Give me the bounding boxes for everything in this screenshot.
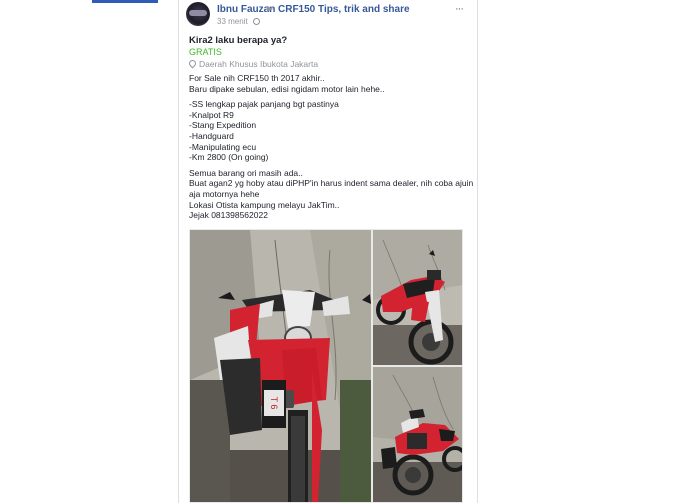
- license-plate-text: T 6: [269, 397, 279, 410]
- listing-title: Kira2 laku berapa ya?: [189, 35, 288, 46]
- body-line: Jejak 081398562022: [189, 210, 268, 221]
- photo-main-image: T 6: [190, 230, 371, 502]
- body-line: -Km 2800 (On going): [189, 152, 269, 163]
- body-line: -Manipulating ecu: [189, 141, 257, 152]
- body-line: Baru dipake sebulan, edisi ngidam motor …: [189, 83, 385, 94]
- listing-price: GRATIS: [189, 47, 222, 57]
- avatar-visor: [189, 10, 207, 16]
- body-line: -SS lengkap pajak panjang bgt pastinya: [189, 99, 339, 110]
- body-line: Lokasi Otista kampung melayu JakTim..: [189, 199, 340, 210]
- body-line: Semua barang ori masih ada..: [189, 167, 303, 178]
- body-line: For Sale nih CRF150 th 2017 akhir..: [189, 73, 325, 83]
- body-line: -Handguard: [189, 130, 234, 141]
- body-paragraph: Semua barang ori masih ada.. Buat agan2 …: [189, 167, 474, 221]
- body-line: -Stang Expedition: [189, 120, 257, 131]
- photo-top-right-image: [373, 230, 462, 365]
- group-link[interactable]: CRF150 Tips, trik and share: [278, 4, 410, 15]
- body-line: Buat agan2 yg hoby atau diPHP'in harus i…: [189, 178, 474, 189]
- photo-bottom-right-image: [373, 367, 462, 502]
- photo-top-right[interactable]: [372, 229, 463, 366]
- post-meta: 33 menit: [217, 17, 260, 26]
- listing-location: Daerah Khusus Ibukota Jakarta: [187, 58, 319, 69]
- post-body: For Sale nih CRF150 th 2017 akhir.. Baru…: [189, 73, 474, 226]
- body-line: -Knalpot R9: [189, 109, 234, 120]
- avatar[interactable]: [186, 2, 210, 26]
- timestamp[interactable]: 33 menit: [217, 17, 248, 26]
- photo-main[interactable]: T 6: [189, 229, 372, 503]
- top-blue-bar: [92, 0, 158, 3]
- photo-bottom-right[interactable]: [372, 366, 463, 503]
- location-text: Daerah Khusus Ibukota Jakarta: [199, 59, 319, 69]
- globe-icon: [252, 18, 260, 25]
- body-line: aja motornya hehe: [189, 188, 260, 199]
- body-paragraph: -SS lengkap pajak panjang bgt pastinya -…: [189, 99, 469, 163]
- more-options-button[interactable]: ···: [455, 3, 464, 15]
- caret-right-icon: ▶: [267, 4, 274, 13]
- body-paragraph: For Sale nih CRF150 th 2017 akhir.. Baru…: [189, 73, 469, 94]
- map-pin-icon: [187, 58, 198, 69]
